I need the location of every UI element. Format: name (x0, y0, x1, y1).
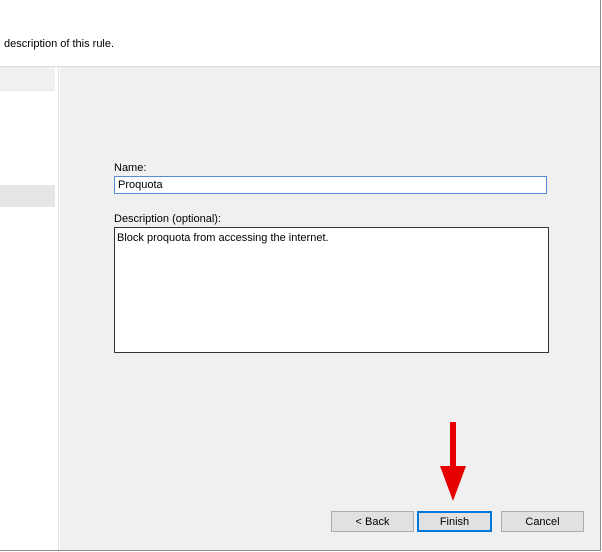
description-label: Description (optional): (114, 213, 221, 225)
step-item-current[interactable] (0, 185, 55, 207)
steps-pane (0, 67, 59, 550)
name-input[interactable] (114, 176, 547, 194)
back-button[interactable]: < Back (331, 511, 414, 532)
header-description: description of this rule. (4, 38, 115, 50)
red-arrow-down-icon (440, 422, 466, 501)
step-item-top[interactable] (0, 67, 55, 91)
cancel-button[interactable]: Cancel (501, 511, 584, 532)
description-textarea[interactable]: Block proquota from accessing the intern… (114, 227, 549, 353)
name-label: Name: (114, 162, 147, 174)
content-pane: Name: Description (optional): Block proq… (60, 67, 600, 550)
finish-button[interactable]: Finish (417, 511, 492, 532)
wizard-window: description of this rule. Name: Descript… (0, 0, 601, 551)
wizard-header: description of this rule. (0, 0, 600, 67)
